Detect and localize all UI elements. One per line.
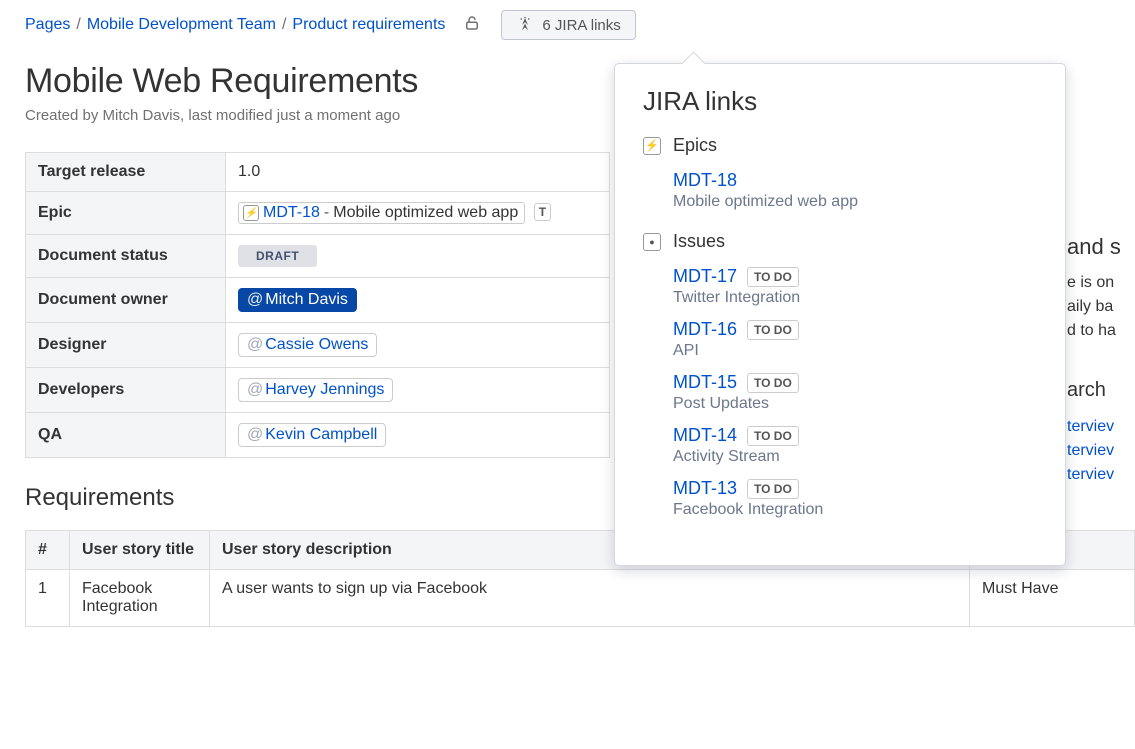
metadata-table: Target release 1.0 Epic ⚡ MDT-18 - Mobil… xyxy=(25,152,610,458)
meta-value-epic: ⚡ MDT-18 - Mobile optimized web app T xyxy=(226,192,610,235)
meta-value-designer: @Cassie Owens xyxy=(226,323,610,368)
breadcrumb-pages[interactable]: Pages xyxy=(25,16,70,34)
status-badge: TO DO xyxy=(747,426,799,446)
status-badge: TO DO xyxy=(747,479,799,499)
meta-label-owner: Document owner xyxy=(26,278,226,323)
issue-item[interactable]: MDT-13 TO DO Facebook Integration xyxy=(643,472,1037,525)
issue-type-icon xyxy=(643,233,661,251)
popover-title: JIRA links xyxy=(643,86,1037,117)
meta-value-target-release: 1.0 xyxy=(226,153,610,192)
meta-label-target-release: Target release xyxy=(26,153,226,192)
issue-key: MDT-14 xyxy=(673,425,737,446)
meta-label-developers: Developers xyxy=(26,368,226,413)
epic-type-icon xyxy=(643,137,661,155)
req-description: A user wants to sign up via Facebook xyxy=(210,570,970,627)
epic-item-key: MDT-18 xyxy=(673,170,737,191)
owner-name: Mitch Davis xyxy=(265,291,348,309)
req-col-number: # xyxy=(26,531,70,570)
jira-links-popover: JIRA links Epics MDT-18 Mobile optimized… xyxy=(614,63,1066,566)
unlock-icon[interactable] xyxy=(445,14,481,36)
at-icon: @ xyxy=(247,381,263,399)
issue-summary: API xyxy=(673,342,1037,360)
meta-label-epic: Epic xyxy=(26,192,226,235)
at-icon: @ xyxy=(247,336,263,354)
meta-label-designer: Designer xyxy=(26,323,226,368)
epic-item[interactable]: MDT-18 Mobile optimized web app xyxy=(643,164,1037,217)
qa-name: Kevin Campbell xyxy=(265,426,377,444)
jira-links-button[interactable]: 6 JIRA links xyxy=(501,10,635,40)
req-number: 1 xyxy=(26,570,70,627)
table-row: 1 Facebook Integration A user wants to s… xyxy=(26,570,1135,627)
meta-value-status: DRAFT xyxy=(226,235,610,278)
epic-link[interactable]: ⚡ MDT-18 - Mobile optimized web app xyxy=(238,202,525,224)
req-title: Facebook Integration xyxy=(70,570,210,627)
issues-header: Issues xyxy=(643,231,1037,252)
breadcrumb: Pages / Mobile Development Team / Produc… xyxy=(25,16,445,34)
req-priority: Must Have xyxy=(970,570,1135,627)
epic-key: MDT-18 xyxy=(263,204,320,222)
developer-mention[interactable]: @Harvey Jennings xyxy=(238,378,393,402)
meta-label-qa: QA xyxy=(26,413,226,458)
designer-name: Cassie Owens xyxy=(265,336,368,354)
epic-status-badge: T xyxy=(534,203,551,221)
breadcrumb-separator: / xyxy=(76,16,80,34)
top-row: Pages / Mobile Development Team / Produc… xyxy=(0,0,1135,50)
meta-value-developers: @Harvey Jennings xyxy=(226,368,610,413)
status-badge: TO DO xyxy=(747,373,799,393)
jira-icon xyxy=(516,16,534,34)
req-col-title: User story title xyxy=(70,531,210,570)
status-badge: TO DO xyxy=(747,320,799,340)
meta-value-owner: @Mitch Davis xyxy=(226,278,610,323)
epic-summary: Mobile optimized web app xyxy=(333,204,518,222)
issue-key: MDT-17 xyxy=(673,266,737,287)
issue-key: MDT-13 xyxy=(673,478,737,499)
at-icon: @ xyxy=(247,291,263,309)
owner-mention[interactable]: @Mitch Davis xyxy=(238,288,357,312)
issue-summary: Post Updates xyxy=(673,395,1037,413)
epics-group: Epics MDT-18 Mobile optimized web app xyxy=(643,135,1037,217)
epic-icon: ⚡ xyxy=(243,205,259,221)
epic-dash: - xyxy=(324,204,329,222)
meta-value-qa: @Kevin Campbell xyxy=(226,413,610,458)
issues-label: Issues xyxy=(673,231,725,252)
breadcrumb-separator: / xyxy=(282,16,286,34)
issues-group: Issues MDT-17 TO DO Twitter Integration M… xyxy=(643,231,1037,525)
developer-name: Harvey Jennings xyxy=(265,381,384,399)
issue-item[interactable]: MDT-15 TO DO Post Updates xyxy=(643,366,1037,419)
issue-summary: Facebook Integration xyxy=(673,501,1037,519)
issue-summary: Twitter Integration xyxy=(673,289,1037,307)
status-badge: TO DO xyxy=(747,267,799,287)
issue-item[interactable]: MDT-14 TO DO Activity Stream xyxy=(643,419,1037,472)
qa-mention[interactable]: @Kevin Campbell xyxy=(238,423,386,447)
epics-label: Epics xyxy=(673,135,717,156)
at-icon: @ xyxy=(247,426,263,444)
meta-label-status: Document status xyxy=(26,235,226,278)
issue-summary: Activity Stream xyxy=(673,448,1037,466)
issue-key: MDT-15 xyxy=(673,372,737,393)
jira-links-label: 6 JIRA links xyxy=(542,17,620,34)
epic-item-summary: Mobile optimized web app xyxy=(673,193,1037,211)
breadcrumb-space[interactable]: Mobile Development Team xyxy=(87,16,276,34)
breadcrumb-parent[interactable]: Product requirements xyxy=(292,16,445,34)
designer-mention[interactable]: @Cassie Owens xyxy=(238,333,377,357)
epics-header: Epics xyxy=(643,135,1037,156)
issue-key: MDT-16 xyxy=(673,319,737,340)
status-badge: DRAFT xyxy=(238,245,317,267)
issue-item[interactable]: MDT-17 TO DO Twitter Integration xyxy=(643,260,1037,313)
issue-item[interactable]: MDT-16 TO DO API xyxy=(643,313,1037,366)
